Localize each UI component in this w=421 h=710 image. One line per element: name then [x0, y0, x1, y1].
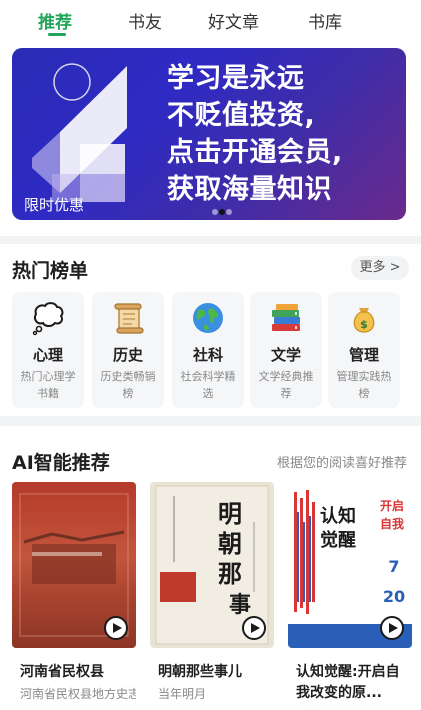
book-title[interactable]: 明朝那些事儿	[158, 662, 274, 683]
books-icon	[272, 304, 300, 331]
category-name: 管理	[348, 346, 379, 364]
play-icon	[113, 623, 122, 633]
book-cover[interactable]: 认知 觉醒 开启 自我 7 20	[288, 482, 412, 648]
category-card-history[interactable]: 历史 历史类畅销榜	[92, 292, 164, 408]
hot-list-title: 热门榜单	[12, 260, 89, 282]
banner-line: 学习是永远	[167, 63, 305, 94]
category-desc: 文学经典推荐	[258, 370, 314, 400]
banner-line: 不贬值投资,	[167, 100, 316, 131]
play-icon	[389, 623, 398, 633]
category-desc: 热门心理学书籍	[20, 370, 76, 400]
category-desc: 历史类畅销榜	[100, 370, 156, 400]
globe-icon	[193, 303, 223, 333]
category-card-social-science[interactable]: 社科 社会科学精选	[172, 292, 244, 408]
ai-recommend-subtitle: 根据您的阅读喜好推荐	[276, 456, 407, 471]
svg-text:事: 事	[229, 592, 251, 618]
book-author: 河南省民权县地方史志编纂委员会	[20, 687, 136, 701]
tab-recommend[interactable]: 推荐	[38, 8, 72, 33]
banner-line: 点击开通会员,	[167, 137, 343, 168]
active-tab-indicator	[48, 33, 66, 36]
ai-recommend-section: AI智能推荐 根据您的阅读喜好推荐 河南省民权县 河南省民权县地方史志编纂委员会…	[0, 426, 421, 710]
banner-line: 获取海量知识	[167, 174, 332, 205]
play-audio-button[interactable]	[242, 616, 266, 640]
scroll-icon	[114, 303, 144, 334]
limited-offer-tag: 限时优惠	[24, 196, 85, 214]
hot-list-section: 热门榜单 更多 > 心理 热门心理学书籍 历史 历史类畅销榜 社科 社会科学精选…	[0, 244, 421, 416]
svg-text:明: 明	[218, 499, 242, 528]
tab-book-friends[interactable]: 书友	[128, 8, 162, 33]
more-button[interactable]: 更多 >	[351, 256, 409, 280]
membership-banner[interactable]: 学习是永远 不贬值投资, 点击开通会员, 获取海量知识 限时优惠	[12, 48, 406, 220]
banner-headline: 学习是永远 不贬值投资, 点击开通会员, 获取海量知识	[167, 60, 402, 208]
book-title[interactable]: 认知觉醒:开启自我改变的原...	[296, 662, 412, 704]
pagination-dot[interactable]	[226, 209, 232, 215]
play-icon	[251, 623, 260, 633]
svg-text:自我: 自我	[380, 516, 404, 531]
book-cover[interactable]	[12, 482, 136, 648]
ai-recommend-title: AI智能推荐	[12, 452, 110, 474]
category-name: 心理	[32, 346, 63, 364]
play-audio-button[interactable]	[104, 616, 128, 640]
tab-good-articles[interactable]: 好文章	[208, 8, 259, 33]
category-card-psychology[interactable]: 心理 热门心理学书籍	[12, 292, 84, 408]
svg-text:那: 那	[218, 559, 242, 588]
category-name: 历史	[112, 346, 143, 364]
pagination-dot[interactable]	[212, 209, 218, 215]
top-tab-bar: 推荐 书友 好文章 书库	[0, 0, 421, 40]
category-card-management[interactable]: $ 管理 管理实践热榜	[328, 292, 400, 408]
category-desc: 管理实践热榜	[336, 370, 392, 400]
svg-text:20: 20	[383, 587, 405, 606]
money-bag-icon: $	[353, 308, 375, 333]
svg-text:开启: 开启	[380, 498, 404, 513]
banner-section: 学习是永远 不贬值投资, 点击开通会员, 获取海量知识 限时优惠	[0, 40, 421, 236]
book-author: 当年明月	[158, 687, 207, 701]
svg-text:觉醒: 觉醒	[320, 529, 356, 551]
svg-text:7: 7	[388, 557, 399, 576]
book-cover[interactable]: 明 朝 那 事	[150, 482, 274, 648]
category-name: 社科	[192, 346, 223, 364]
svg-text:$: $	[360, 318, 368, 331]
svg-text:朝: 朝	[218, 529, 242, 558]
category-name: 文学	[270, 346, 301, 364]
play-audio-button[interactable]	[380, 616, 404, 640]
tab-library[interactable]: 书库	[308, 8, 342, 33]
svg-text:认知: 认知	[320, 505, 356, 527]
banner-pagination	[212, 209, 232, 215]
category-desc: 社会科学精选	[180, 370, 236, 400]
pagination-dot-active[interactable]	[219, 209, 225, 215]
category-card-literature[interactable]: 文学 文学经典推荐	[250, 292, 322, 408]
book-title[interactable]: 河南省民权县	[20, 662, 136, 683]
thought-bubble-icon	[32, 302, 64, 336]
